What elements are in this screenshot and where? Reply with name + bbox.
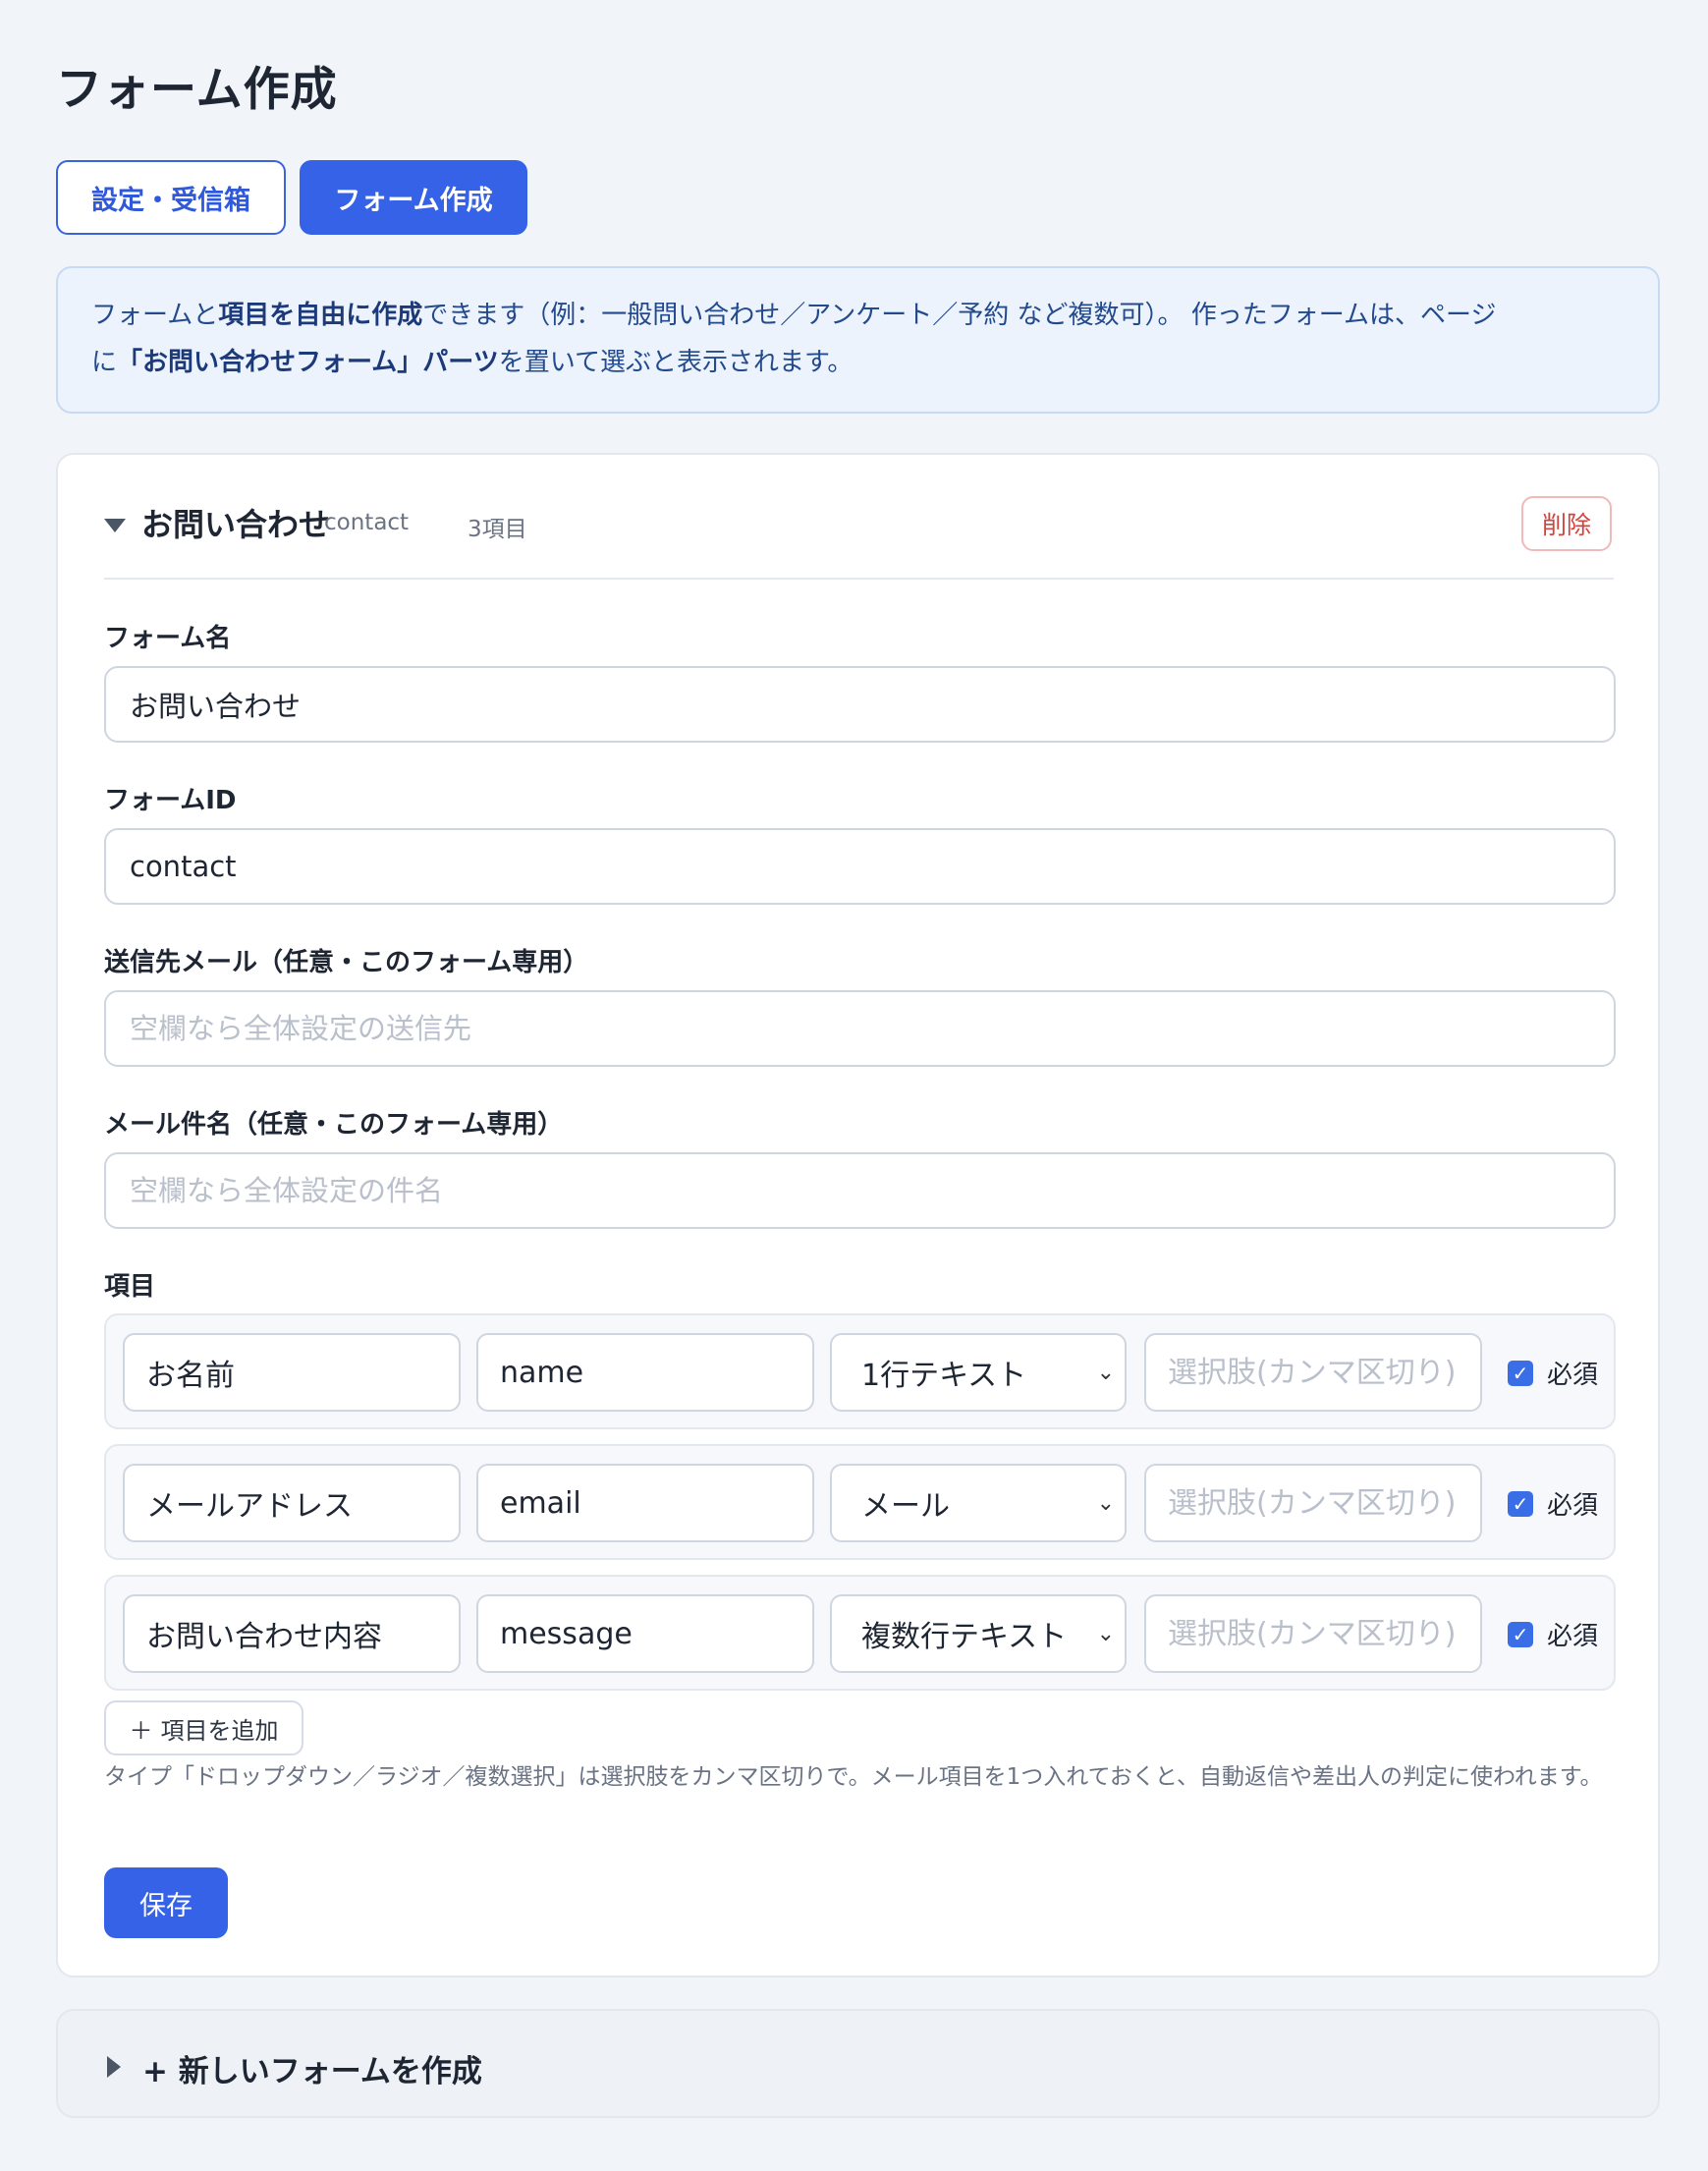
item-key-input[interactable]	[476, 1594, 814, 1673]
new-form-section[interactable]: + 新しいフォームを作成	[56, 2009, 1660, 2118]
page-title: フォーム作成	[56, 63, 338, 117]
help-text: タイプ「ドロップダウン／ラジオ／複数選択」は選択肢をカンマ区切りで。メール項目を…	[104, 1764, 1603, 1790]
info-emphasis: 項目を自由に作成	[218, 301, 423, 330]
info-emphasis: 「お問い合わせフォーム」パーツ	[117, 348, 499, 377]
item-type-select[interactable]: 複数行テキスト ⌄	[830, 1594, 1127, 1673]
info-notice: フォームと項目を自由に作成できます（例：一般問い合わせ／アンケート／予約 など複…	[56, 266, 1660, 414]
form-name-label: フォーム名	[104, 624, 232, 653]
page: フォーム作成 設定・受信箱 フォーム作成 フォームと項目を自由に作成できます（例…	[0, 0, 1708, 2171]
item-row: 1行テキスト ⌄ ✓ 必須	[104, 1313, 1616, 1429]
chevron-down-icon: ⌄	[1096, 1360, 1115, 1385]
chevron-down-icon: ⌄	[1096, 1490, 1115, 1516]
item-label-input[interactable]	[123, 1594, 461, 1673]
item-options-input[interactable]	[1144, 1594, 1482, 1673]
form-name-input[interactable]	[104, 666, 1616, 743]
recipient-label: 送信先メール（任意・このフォーム専用）	[104, 948, 589, 977]
required-toggle[interactable]: ✓ 必須	[1508, 1616, 1598, 1652]
form-slug: contact	[324, 510, 410, 535]
chevron-down-icon: ⌄	[1096, 1621, 1115, 1646]
item-type-select[interactable]: メール ⌄	[830, 1464, 1127, 1542]
item-type-value: 1行テキスト	[861, 1359, 1027, 1393]
subject-label: メール件名（任意・このフォーム専用）	[104, 1110, 564, 1140]
item-options-input[interactable]	[1144, 1464, 1482, 1542]
item-label-input[interactable]	[123, 1464, 461, 1542]
caret-right-icon[interactable]	[107, 2056, 121, 2078]
required-checkbox[interactable]: ✓	[1508, 1360, 1533, 1386]
add-item-label: 項目を追加	[160, 1716, 279, 1745]
form-card-title: お問い合わせ	[141, 506, 331, 543]
required-label: 必須	[1547, 1622, 1599, 1651]
item-key-input[interactable]	[476, 1333, 814, 1412]
info-text: に	[91, 348, 118, 377]
item-type-value: 複数行テキスト	[861, 1620, 1068, 1654]
tab-form-builder[interactable]: フォーム作成	[300, 160, 527, 235]
item-type-value: メール	[861, 1489, 950, 1524]
item-options-input[interactable]	[1144, 1333, 1482, 1412]
item-count: 3項目	[468, 517, 527, 542]
required-label: 必須	[1547, 1491, 1599, 1521]
required-checkbox[interactable]: ✓	[1508, 1490, 1533, 1517]
item-row: メール ⌄ ✓ 必須	[104, 1444, 1616, 1560]
form-id-input[interactable]	[104, 828, 1616, 905]
required-label: 必須	[1547, 1361, 1599, 1390]
item-label-input[interactable]	[123, 1333, 461, 1412]
info-text: できます（例：一般問い合わせ／アンケート／予約 など複数可）。 作ったフォームは…	[422, 301, 1497, 330]
new-form-title: + 新しいフォームを作成	[142, 2054, 482, 2089]
delete-button[interactable]: 削除	[1521, 496, 1612, 551]
tab-settings-inbox[interactable]: 設定・受信箱	[56, 160, 286, 235]
form-card: お問い合わせ contact 3項目 削除 フォーム名 フォームID 送信先メー…	[56, 453, 1660, 1977]
item-row: 複数行テキスト ⌄ ✓ 必須	[104, 1575, 1616, 1691]
tab-bar: 設定・受信箱 フォーム作成	[56, 160, 527, 235]
caret-down-icon[interactable]	[104, 519, 126, 532]
form-id-label: フォームID	[104, 786, 237, 815]
required-toggle[interactable]: ✓ 必須	[1508, 1355, 1598, 1391]
items-label: 項目	[104, 1272, 156, 1302]
recipient-email-input[interactable]	[104, 990, 1616, 1067]
info-text: フォームと	[91, 301, 219, 330]
plus-icon: ＋	[129, 1716, 153, 1745]
required-checkbox[interactable]: ✓	[1508, 1621, 1533, 1647]
divider	[104, 578, 1614, 580]
subject-input[interactable]	[104, 1152, 1616, 1229]
item-type-select[interactable]: 1行テキスト ⌄	[830, 1333, 1127, 1412]
info-text: を置いて選ぶと表示されます。	[498, 348, 854, 377]
required-toggle[interactable]: ✓ 必須	[1508, 1485, 1598, 1522]
add-item-button[interactable]: ＋ 項目を追加	[104, 1700, 303, 1755]
save-button[interactable]: 保存	[104, 1867, 228, 1938]
item-key-input[interactable]	[476, 1464, 814, 1542]
